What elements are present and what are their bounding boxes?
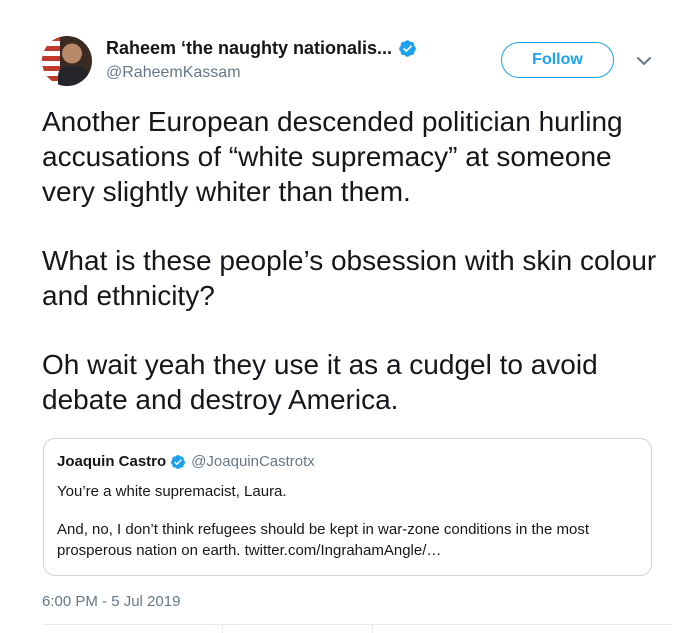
verified-badge-icon — [399, 39, 416, 57]
quoted-author-name: Joaquin Castro — [57, 453, 167, 470]
author-display-name[interactable]: Raheem ‘the naughty nationalis... — [106, 38, 392, 59]
tweet-timestamp[interactable]: 6:00 PM - 5 Jul 2019 — [42, 593, 180, 610]
quoted-tweet-paragraph: You’re a white supremacist, Laura. — [57, 483, 287, 500]
tweet-paragraph: Another European descended politician hu… — [42, 106, 623, 207]
divider — [42, 624, 672, 625]
divider-tick — [372, 624, 373, 633]
author-name-row[interactable]: Raheem ‘the naughty nationalis... — [106, 36, 417, 60]
tweet-paragraph: Oh wait yeah they use it as a cudgel to … — [42, 349, 598, 415]
quoted-tweet-paragraph: And, no, I don’t think refugees should b… — [57, 521, 589, 559]
tweet: Raheem ‘the naughty nationalis... @Rahee… — [0, 0, 700, 633]
quoted-tweet[interactable]: Joaquin Castro @JoaquinCastrotx You’re a… — [43, 438, 652, 576]
tweet-text: Another European descended politician hu… — [42, 104, 672, 417]
author-handle[interactable]: @RaheemKassam — [106, 64, 241, 82]
tweet-paragraph: What is these people’s obsession with sk… — [42, 245, 657, 311]
chevron-down-icon[interactable] — [636, 55, 652, 67]
quoted-author-handle: @JoaquinCastrotx — [191, 453, 315, 470]
quoted-tweet-header: Joaquin Castro @JoaquinCastrotx — [57, 453, 315, 470]
avatar-figure — [58, 66, 88, 86]
follow-button[interactable]: Follow — [501, 42, 614, 78]
verified-badge-icon — [171, 454, 186, 469]
author-avatar[interactable] — [42, 36, 92, 86]
quoted-tweet-text: You’re a white supremacist, Laura. And, … — [57, 481, 637, 561]
divider-tick — [222, 624, 223, 633]
